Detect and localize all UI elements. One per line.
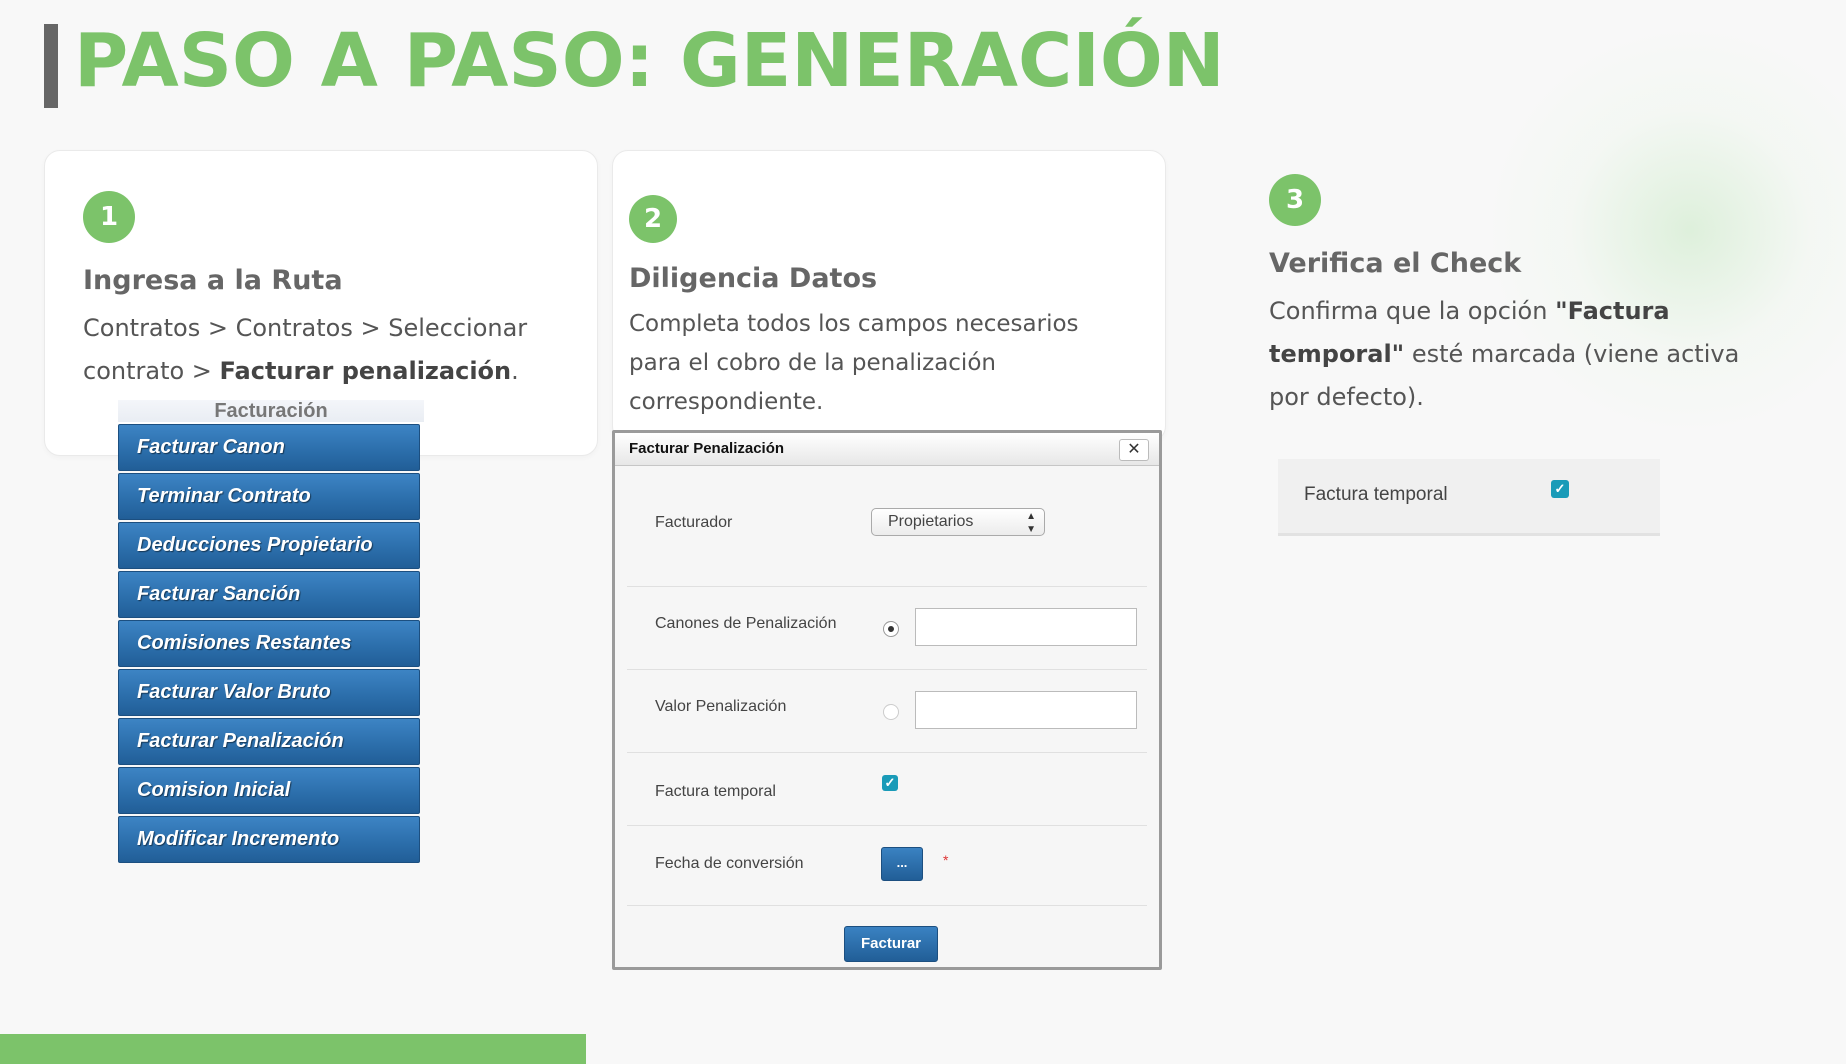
step1-title: Ingresa a la Ruta xyxy=(83,265,343,296)
step1-text-bold: Facturar penalización xyxy=(219,357,512,385)
step3-text: Confirma que la opción "Factura temporal… xyxy=(1269,290,1749,419)
facturacion-menu: Facturar Canon Terminar Contrato Deducci… xyxy=(118,424,420,865)
step1-badge: 1 xyxy=(83,191,135,243)
step2-badge: 2 xyxy=(629,195,677,243)
facturador-label: Facturador xyxy=(655,514,733,531)
facturador-select[interactable]: Propietarios ▲ ▼ xyxy=(871,508,1045,536)
row-valor: Valor Penalización xyxy=(627,670,1147,753)
step3-title: Verifica el Check xyxy=(1269,248,1522,279)
dialog-title: Facturar Penalización xyxy=(629,440,785,457)
menu-item-comisiones-restantes[interactable]: Comisiones Restantes xyxy=(118,620,420,667)
facturar-button[interactable]: Facturar xyxy=(844,926,938,962)
step3-badge: 3 xyxy=(1269,174,1321,226)
step1-text: Contratos > Contratos > Seleccionar cont… xyxy=(83,307,553,393)
snippet-checkbox[interactable]: ✓ xyxy=(1551,480,1569,498)
valor-radio[interactable] xyxy=(883,704,899,720)
step3-text-a: Confirma que la opción xyxy=(1269,297,1556,325)
factura-temporal-label: Factura temporal xyxy=(655,783,776,800)
snippet-label: Factura temporal xyxy=(1304,484,1448,505)
menu-item-facturar-canon[interactable]: Facturar Canon xyxy=(118,424,420,471)
required-mark: * xyxy=(943,852,949,868)
row-canones: Canones de Penalización xyxy=(627,587,1147,670)
factura-temporal-checkbox[interactable]: ✓ xyxy=(882,775,898,791)
facturador-selected-value: Propietarios xyxy=(888,513,974,530)
menu-header: Facturación xyxy=(118,400,424,422)
dialog-titlebar: Facturar Penalización ✕ xyxy=(615,433,1159,466)
page-title: PASO A PASO: GENERACIÓN xyxy=(74,18,1225,104)
valor-label: Valor Penalización xyxy=(655,698,787,715)
valor-input[interactable] xyxy=(915,691,1137,729)
canones-radio[interactable] xyxy=(883,621,899,637)
canones-input[interactable] xyxy=(915,608,1137,646)
close-icon[interactable]: ✕ xyxy=(1119,439,1149,461)
date-picker-button[interactable]: ... xyxy=(881,847,923,881)
canones-label: Canones de Penalización xyxy=(655,615,837,632)
menu-item-facturar-sancion[interactable]: Facturar Sanción xyxy=(118,571,420,618)
step2-title: Diligencia Datos xyxy=(629,263,878,294)
row-submit: Facturar xyxy=(627,906,1147,985)
row-factura-temporal: Factura temporal ✓ xyxy=(627,753,1147,826)
factura-temporal-snippet: Factura temporal ✓ xyxy=(1278,459,1660,536)
row-facturador: Facturador Propietarios ▲ ▼ xyxy=(627,465,1147,587)
row-fecha-conversion: Fecha de conversión ... * xyxy=(627,826,1147,906)
menu-item-modificar-incremento[interactable]: Modificar Incremento xyxy=(118,816,420,863)
menu-item-facturar-penalizacion[interactable]: Facturar Penalización xyxy=(118,718,420,765)
title-accent-bar xyxy=(44,24,58,108)
menu-item-terminar-contrato[interactable]: Terminar Contrato xyxy=(118,473,420,520)
fecha-conversion-label: Fecha de conversión xyxy=(655,855,804,872)
menu-item-facturar-valor-bruto[interactable]: Facturar Valor Bruto xyxy=(118,669,420,716)
menu-item-comision-inicial[interactable]: Comision Inicial xyxy=(118,767,420,814)
step1-text-end: . xyxy=(511,357,519,385)
step2-card: 2 Diligencia Datos Completa todos los ca… xyxy=(612,150,1166,442)
facturar-penalizacion-dialog: Facturar Penalización ✕ Facturador Propi… xyxy=(612,430,1162,970)
select-arrows-icon: ▲ ▼ xyxy=(1026,511,1036,535)
menu-item-deducciones-propietario[interactable]: Deducciones Propietario xyxy=(118,522,420,569)
footer-accent-bar xyxy=(0,1034,586,1064)
step2-text: Completa todos los campos necesarios par… xyxy=(629,311,1079,415)
